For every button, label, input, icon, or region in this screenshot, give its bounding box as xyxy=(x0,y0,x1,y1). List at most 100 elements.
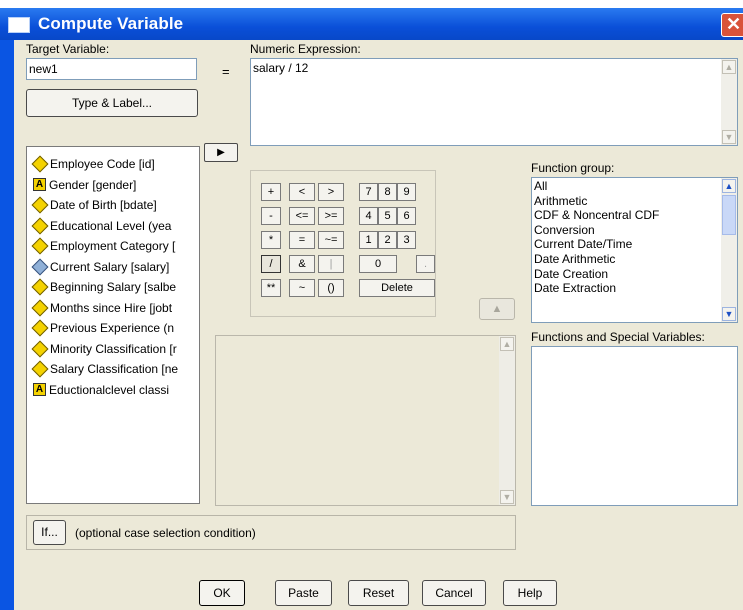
function-group-label: Function group: xyxy=(531,161,615,175)
operator-key[interactable]: | xyxy=(318,255,344,273)
close-icon: ✕ xyxy=(726,14,742,34)
string-variable-icon: A xyxy=(33,178,46,191)
variable-list-item[interactable]: A Gender [gender] xyxy=(33,176,136,194)
variable-list-item[interactable]: Date of Birth [bdate] xyxy=(31,196,157,214)
equals-sign: = xyxy=(222,64,230,79)
numeric-variable-icon xyxy=(31,196,49,214)
operator-key[interactable]: / xyxy=(261,255,281,273)
variable-list-item[interactable]: A Eductionalclevel classi xyxy=(33,381,169,399)
digit-key[interactable]: 3 xyxy=(397,231,416,249)
operator-key[interactable]: > xyxy=(318,183,344,201)
numeric-expression-text: salary / 12 xyxy=(253,61,309,75)
variable-label: Beginning Salary [salbe xyxy=(50,280,177,294)
function-group-list[interactable]: All Arithmetic CDF & Noncentral CDF Convers… xyxy=(531,177,738,323)
operator-key[interactable]: <= xyxy=(289,207,315,225)
variable-list-item[interactable]: Salary Classification [ne xyxy=(31,360,179,378)
variable-list-item[interactable]: Previous Experience (n xyxy=(31,319,174,337)
numeric-expression-input[interactable]: salary / 12 ▲ ▼ xyxy=(250,58,738,146)
digit-key[interactable]: 9 xyxy=(397,183,416,201)
scroll-up-icon[interactable]: ▲ xyxy=(722,179,736,193)
digit-key[interactable]: 1 xyxy=(359,231,378,249)
function-description-area: ▲ ▼ xyxy=(215,335,516,506)
help-button[interactable]: Help xyxy=(503,580,557,606)
move-function-up-button[interactable]: ▲ xyxy=(479,298,515,320)
up-arrow-icon: ▲ xyxy=(491,303,503,315)
numeric-variable-icon xyxy=(31,237,49,255)
function-group-item[interactable]: CDF & Noncentral CDF xyxy=(534,208,659,222)
variable-list-item[interactable]: Employee Code [id] xyxy=(31,155,155,173)
functions-list[interactable] xyxy=(531,346,738,506)
operator-key[interactable]: ~ xyxy=(289,279,315,297)
numeric-expression-label: Numeric Expression: xyxy=(250,42,361,56)
variable-label: Educational Level (yea xyxy=(50,218,172,233)
function-group-scrollbar[interactable]: ▲ ▼ xyxy=(721,178,737,322)
target-variable-input[interactable]: new1 xyxy=(26,58,197,80)
function-group-item[interactable]: All xyxy=(534,179,547,193)
variable-label: Date of Birth [bdate] xyxy=(50,198,157,212)
operator-key[interactable]: < xyxy=(289,183,315,201)
operator-key[interactable]: & xyxy=(289,255,315,273)
numeric-variable-icon xyxy=(31,299,49,316)
scroll-thumb[interactable] xyxy=(722,195,736,235)
operator-key[interactable]: * xyxy=(261,231,281,249)
scroll-down-icon[interactable]: ▼ xyxy=(722,307,736,321)
function-group-item[interactable]: Conversion xyxy=(534,223,595,237)
operator-key[interactable]: >= xyxy=(318,207,344,225)
digit-key[interactable]: 6 xyxy=(397,207,416,225)
variable-list-item[interactable]: Current Salary [salary] xyxy=(31,258,170,276)
paste-button[interactable]: Paste xyxy=(275,580,332,606)
description-scrollbar[interactable]: ▲ ▼ xyxy=(499,336,515,505)
reset-button[interactable]: Reset xyxy=(348,580,409,606)
operator-key[interactable]: + xyxy=(261,183,281,201)
digit-key[interactable]: 4 xyxy=(359,207,378,225)
window-title: Compute Variable xyxy=(38,14,184,33)
variable-label: Current Salary [salary] xyxy=(50,259,170,274)
type-label-button[interactable]: Type & Label... xyxy=(26,89,198,117)
function-group-item[interactable]: Date Arithmetic xyxy=(534,252,615,266)
scroll-down-icon[interactable]: ▼ xyxy=(722,130,736,144)
operator-key[interactable]: - xyxy=(261,207,281,225)
digit-key[interactable]: 0 xyxy=(359,255,397,273)
variable-list-item[interactable]: Minority Classification [r xyxy=(31,340,177,358)
scale-variable-icon xyxy=(31,258,49,275)
compute-variable-window: Compute Variable ✕ Target Variable: new1… xyxy=(0,8,743,610)
operator-key[interactable]: ** xyxy=(261,279,281,297)
target-variable-label: Target Variable: xyxy=(26,42,110,56)
operator-key[interactable]: = xyxy=(289,231,315,249)
if-button[interactable]: If... xyxy=(33,520,66,545)
variable-list-item[interactable]: Beginning Salary [salbe xyxy=(31,278,177,296)
variable-label: Eductionalclevel classi xyxy=(49,382,170,397)
digit-key[interactable]: 7 xyxy=(359,183,378,201)
variable-list[interactable]: Employee Code [id] A Gender [gender] Date o… xyxy=(26,146,200,504)
variable-list-item[interactable]: Months since Hire [jobt xyxy=(31,299,172,317)
operator-key[interactable]: ~= xyxy=(318,231,344,249)
numeric-variable-icon xyxy=(31,340,49,357)
numeric-variable-icon xyxy=(31,155,49,173)
string-variable-icon: A xyxy=(33,383,46,396)
operator-key[interactable]: () xyxy=(318,279,344,297)
variable-label: Salary Classification [ne xyxy=(50,362,179,376)
ok-button[interactable]: OK xyxy=(199,580,245,606)
digit-key[interactable]: . xyxy=(416,255,435,273)
digit-key[interactable]: 5 xyxy=(378,207,397,225)
function-group-item[interactable]: Current Date/Time xyxy=(534,237,632,251)
move-to-expression-button[interactable]: ▶ xyxy=(204,143,238,162)
function-group-item[interactable]: Arithmetic xyxy=(534,194,587,208)
function-group-item[interactable]: Date Extraction xyxy=(534,281,616,295)
variable-list-item[interactable]: Educational Level (yea xyxy=(31,217,172,235)
digit-key[interactable]: 2 xyxy=(378,231,397,249)
variable-list-item[interactable]: Employment Category [ xyxy=(31,237,175,255)
function-group-item[interactable]: Date Creation xyxy=(534,267,608,281)
dialog-body: Target Variable: new1 = Type & Label... … xyxy=(14,40,743,610)
close-button[interactable]: ✕ xyxy=(721,13,743,37)
cancel-button[interactable]: Cancel xyxy=(422,580,486,606)
variable-label: Gender [gender] xyxy=(49,177,137,192)
expression-scrollbar[interactable]: ▲ ▼ xyxy=(721,59,737,145)
scroll-up-icon[interactable]: ▲ xyxy=(722,60,736,74)
scroll-down-icon[interactable]: ▼ xyxy=(500,490,514,504)
scroll-up-icon[interactable]: ▲ xyxy=(500,337,514,351)
digit-key[interactable]: 8 xyxy=(378,183,397,201)
delete-key[interactable]: Delete xyxy=(359,279,435,297)
title-bar[interactable]: Compute Variable ✕ xyxy=(0,8,743,40)
calculator-pad: + < > - <= >= * = ~= / & | ** ~() 7 8 9 4 5 6 1 2 3 0. Delete xyxy=(250,170,436,317)
